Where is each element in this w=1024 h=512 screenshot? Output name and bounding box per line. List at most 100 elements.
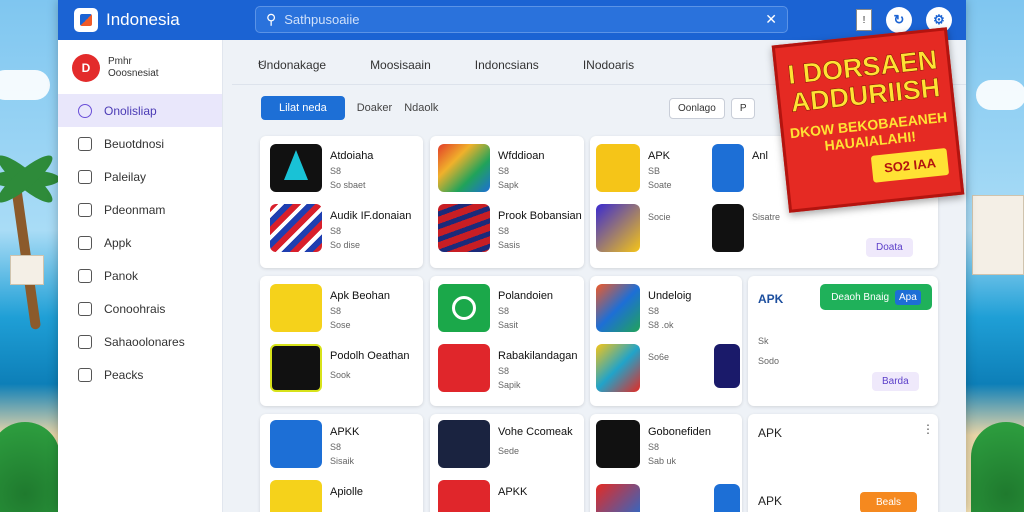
- hotel-decoration: [972, 195, 1024, 275]
- sidebar-item-4[interactable]: Pdeonmam: [58, 193, 222, 226]
- app-title: Indonesia: [106, 10, 180, 29]
- app-icon: [270, 480, 322, 512]
- list-item[interactable]: APKK S8 Sisaik: [270, 420, 359, 468]
- notification-icon[interactable]: !: [856, 9, 872, 31]
- list-item[interactable]: Rabakilandagan S8 Sapik: [438, 344, 578, 392]
- more-icon[interactable]: ⋮: [922, 422, 934, 436]
- list-item[interactable]: Apk Beohan S8 Sose: [270, 284, 390, 332]
- app-icon: [712, 204, 744, 252]
- app-card[interactable]: Undeloig S8 S8 .ok So6e: [590, 276, 742, 406]
- sidebar-item-5[interactable]: Appk: [58, 226, 222, 259]
- sidebar-item-8[interactable]: Sahaoolonares: [58, 325, 222, 358]
- sort-button-2[interactable]: P: [730, 98, 756, 119]
- app-icon: [270, 204, 322, 252]
- app-card[interactable]: Vohe Ccomeak Sede APKK: [430, 414, 584, 512]
- cloud-decoration: [976, 80, 1024, 110]
- nav-icon: [78, 268, 92, 283]
- list-item[interactable]: Anl: [712, 144, 768, 192]
- list-item[interactable]: Gobonefiden S8 Sab uk: [596, 420, 711, 468]
- search-input[interactable]: [284, 12, 758, 27]
- sidebar-item-1[interactable]: Onolisliap: [58, 94, 222, 127]
- app-card[interactable]: APKK S8 Sisaik Apiolle: [260, 414, 423, 512]
- app-card[interactable]: Gobonefiden S8 Sab uk: [590, 414, 742, 512]
- app-name: Polandoien: [498, 290, 554, 302]
- app-meta: Sook: [330, 370, 351, 380]
- sidebar-item-label: Conoohrais: [104, 301, 166, 316]
- button-label: Deaoh Bnaig: [831, 291, 890, 303]
- app-icon: [438, 284, 490, 332]
- sidebar-item-label: Panok: [104, 268, 139, 283]
- app-meta: Sab uk: [648, 456, 677, 466]
- sidebar-item-7[interactable]: Conoohrais: [58, 292, 222, 325]
- card-action-button[interactable]: Doata: [866, 238, 913, 257]
- app-card[interactable]: Polandoien S8 Sasit Rabakilandagan S8 Sapik: [430, 276, 584, 406]
- sidebar-item-2[interactable]: Beuotdnosi: [58, 127, 222, 160]
- list-item[interactable]: Atdoiaha S8 So sbaet: [270, 144, 373, 192]
- card-sub: Sodo: [758, 356, 780, 366]
- app-name: Podolh Oeathan: [330, 350, 410, 362]
- sort-button[interactable]: Oonlago: [669, 98, 725, 119]
- app-meta: S8: [648, 306, 660, 316]
- app-meta: S8: [330, 226, 342, 236]
- list-item[interactable]: So6e: [596, 344, 669, 392]
- card-action-button[interactable]: Barda: [872, 372, 919, 391]
- app-name: Wfddioan: [498, 150, 545, 162]
- promo-banner[interactable]: I DORSAEN ADDURIISH DKOW BEKOBAEANEH HAU…: [771, 27, 965, 213]
- app-meta: S8: [648, 442, 660, 452]
- tab-2[interactable]: Moosisaain: [344, 54, 449, 80]
- card-header-2: APK: [758, 494, 783, 508]
- user-profile[interactable]: D Pmhr Ooosnesiat: [58, 40, 222, 94]
- filter-active[interactable]: Lilat neda: [261, 96, 345, 120]
- refresh-icon[interactable]: ↻: [886, 7, 912, 33]
- list-item[interactable]: Sisatre: [712, 204, 780, 252]
- building-decoration: [10, 255, 44, 285]
- app-name: Prook Bobansian: [498, 210, 582, 222]
- app-meta: Sisatre: [752, 212, 781, 222]
- brand[interactable]: Indonesia: [74, 8, 180, 32]
- search-bar[interactable]: ⚲ ✕: [255, 6, 788, 33]
- list-item[interactable]: Polandoien S8 Sasit: [438, 284, 553, 332]
- list-item[interactable]: Podolh Oeathan Sook: [270, 344, 410, 392]
- app-card[interactable]: Wfddioan S8 Sapk Prook Bobansian S8 Sasis: [430, 136, 584, 268]
- tab-3[interactable]: Indoncsians: [449, 54, 557, 80]
- list-item[interactable]: Prook Bobansian S8 Sasis: [438, 204, 582, 252]
- close-icon[interactable]: ✕: [765, 11, 777, 28]
- nav-icon: [78, 367, 92, 382]
- sidebar-item-6[interactable]: Panok: [58, 259, 222, 292]
- sidebar-item-3[interactable]: Paleilay: [58, 160, 222, 193]
- list-item[interactable]: Socie: [596, 204, 671, 252]
- list-item[interactable]: Vohe Ccomeak Sede: [438, 420, 573, 468]
- list-item[interactable]: Audik IF.donaian S8 So dise: [270, 204, 411, 252]
- app-name: Atdoiaha: [330, 150, 374, 162]
- nav-icon: [78, 334, 92, 349]
- sidebar-item-9[interactable]: Peacks: [58, 358, 222, 391]
- app-meta: S8: [498, 306, 510, 316]
- nav-icon: [78, 235, 92, 250]
- app-meta: So dise: [330, 240, 361, 250]
- app-icon: [438, 344, 490, 392]
- list-item[interactable]: Undeloig S8 S8 .ok: [596, 284, 691, 332]
- app-meta: So6e: [648, 352, 670, 362]
- list-item[interactable]: APK SB Soate: [596, 144, 672, 192]
- app-icon: [596, 420, 640, 468]
- promo-price[interactable]: SO2 IAA: [870, 147, 950, 183]
- download-button[interactable]: Deaoh Bnaig Apa: [820, 284, 932, 310]
- app-card[interactable]: Apk Beohan S8 Sose Podolh Oeathan Sook: [260, 276, 423, 406]
- list-item[interactable]: APKK: [438, 480, 527, 512]
- filter-option[interactable]: Ndaolk: [404, 102, 438, 114]
- filter-option[interactable]: Doaker: [357, 102, 392, 114]
- list-item[interactable]: Apiolle: [270, 480, 363, 512]
- background-left: [0, 0, 60, 512]
- app-meta: Sisaik: [330, 456, 355, 466]
- nav-icon: [78, 136, 92, 151]
- app-meta: S8: [330, 306, 342, 316]
- card-action-button[interactable]: Beals: [860, 492, 918, 512]
- featured-card[interactable]: APK Deaoh Bnaig Apa Sk Sodo Barda: [748, 276, 938, 406]
- list-item[interactable]: Wfddioan S8 Sapk: [438, 144, 544, 192]
- tab-4[interactable]: INodoaris: [557, 54, 652, 80]
- app-name: Rabakilandagan: [498, 350, 578, 362]
- bush-decoration: [0, 422, 60, 512]
- featured-card[interactable]: APK ⋮ APK Beals: [748, 414, 938, 512]
- tab-1[interactable]: Undonakage: [232, 54, 344, 80]
- app-card[interactable]: Atdoiaha S8 So sbaet Audik IF.donaian S8 So …: [260, 136, 423, 268]
